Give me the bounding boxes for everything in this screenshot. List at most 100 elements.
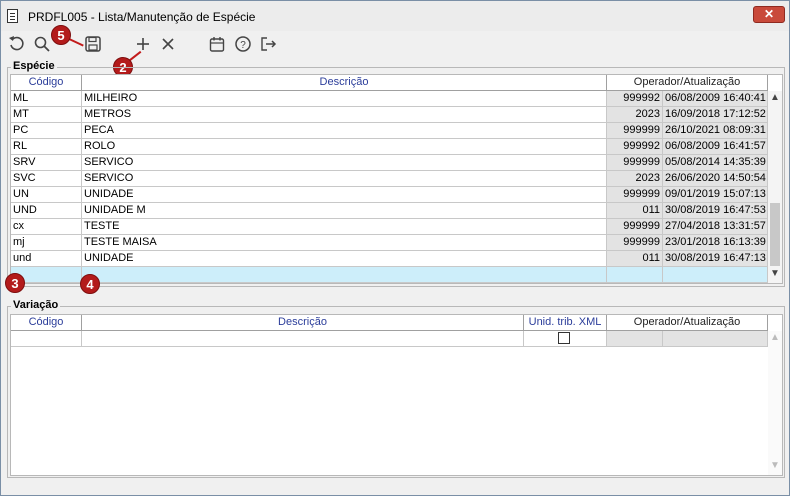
- descricao-cell[interactable]: MILHEIRO: [82, 91, 607, 106]
- especie-row[interactable]: UN UNIDADE 999999 09/01/2019 15:07:13: [11, 187, 768, 203]
- data-cell[interactable]: 05/08/2014 14:35:39: [663, 155, 768, 170]
- codigo-cell[interactable]: ML: [11, 91, 82, 106]
- especie-row[interactable]: ML MILHEIRO 999992 06/08/2009 16:40:41: [11, 91, 768, 107]
- var-descricao-cell[interactable]: [82, 331, 524, 346]
- toolbar: ?: [1, 33, 789, 57]
- operador-cell[interactable]: 999999: [607, 123, 663, 138]
- especie-row[interactable]: MT METROS 2023 16/09/2018 17:12:52: [11, 107, 768, 123]
- descricao-cell[interactable]: SERVICO: [82, 155, 607, 170]
- especie-row[interactable]: SVC SERVICO 2023 26/06/2020 14:50:54: [11, 171, 768, 187]
- delete-icon[interactable]: [158, 35, 178, 55]
- codigo-cell[interactable]: und: [11, 251, 82, 266]
- codigo-cell[interactable]: PC: [11, 123, 82, 138]
- col-header-descricao[interactable]: Descrição: [82, 75, 607, 91]
- especie-row[interactable]: und UNIDADE 011 30/08/2019 16:47:13: [11, 251, 768, 267]
- data-cell[interactable]: 09/01/2019 15:07:13: [663, 187, 768, 202]
- codigo-cell[interactable]: MT: [11, 107, 82, 122]
- col-header-operador[interactable]: Operador/Atualização: [607, 75, 768, 91]
- codigo-cell[interactable]: cx: [11, 219, 82, 234]
- codigo-cell[interactable]: SRV: [11, 155, 82, 170]
- variacao-grid: Código Descrição Unid. trib. XML Operado…: [10, 314, 783, 476]
- operador-cell[interactable]: 011: [607, 203, 663, 218]
- especie-row[interactable]: SRV SERVICO 999999 05/08/2014 14:35:39: [11, 155, 768, 171]
- var-col-header-descricao[interactable]: Descrição: [82, 315, 524, 331]
- var-data-cell: [663, 331, 768, 346]
- scroll-thumb[interactable]: [770, 203, 780, 266]
- data-cell[interactable]: 16/09/2018 17:12:52: [663, 107, 768, 122]
- scroll-up-icon[interactable]: ▲: [768, 91, 782, 105]
- especie-group-title: Espécie: [11, 60, 57, 72]
- var-col-header-codigo[interactable]: Código: [11, 315, 82, 331]
- codigo-cell[interactable]: SVC: [11, 171, 82, 186]
- codigo-cell[interactable]: mj: [11, 235, 82, 250]
- descricao-cell[interactable]: UNIDADE: [82, 187, 607, 202]
- especie-row[interactable]: RL ROLO 999992 06/08/2009 16:41:57: [11, 139, 768, 155]
- especie-row[interactable]: UND UNIDADE M 011 30/08/2019 16:47:53: [11, 203, 768, 219]
- svg-text:?: ?: [240, 40, 246, 51]
- data-cell[interactable]: 27/04/2018 13:31:57: [663, 219, 768, 234]
- operador-cell[interactable]: 999999: [607, 235, 663, 250]
- close-button[interactable]: ✕: [753, 6, 785, 23]
- title-bar: PRDFL005 - Lista/Manutenção de Espécie ✕: [1, 1, 789, 31]
- descricao-cell[interactable]: PECA: [82, 123, 607, 138]
- data-cell[interactable]: 30/08/2019 16:47:13: [663, 251, 768, 266]
- data-cell[interactable]: 23/01/2018 16:13:39: [663, 235, 768, 250]
- operador-cell[interactable]: 2023: [607, 107, 663, 122]
- var-scroll-up-icon[interactable]: ▲: [768, 331, 782, 345]
- descricao-cell[interactable]: UNIDADE M: [82, 203, 607, 218]
- annotation-marker-3: 3: [5, 273, 25, 293]
- variacao-scrollbar[interactable]: ▲ ▼: [768, 331, 782, 475]
- operador-cell[interactable]: 999999: [607, 187, 663, 202]
- operador-cell[interactable]: 999999: [607, 219, 663, 234]
- especie-row[interactable]: PC PECA 999999 26/10/2021 08:09:31: [11, 123, 768, 139]
- data-cell[interactable]: 06/08/2009 16:41:57: [663, 139, 768, 154]
- var-col-header-unid[interactable]: Unid. trib. XML: [524, 315, 607, 331]
- save-icon[interactable]: [83, 35, 103, 55]
- variacao-row[interactable]: [11, 331, 768, 347]
- annotation-marker-4: 4: [80, 274, 100, 294]
- help-icon[interactable]: ?: [233, 35, 253, 55]
- especie-row[interactable]: [11, 267, 768, 283]
- descricao-cell[interactable]: [82, 267, 607, 282]
- codigo-cell[interactable]: UN: [11, 187, 82, 202]
- col-header-codigo[interactable]: Código: [11, 75, 82, 91]
- descricao-cell[interactable]: TESTE MAISA: [82, 235, 607, 250]
- codigo-cell[interactable]: UND: [11, 203, 82, 218]
- descricao-cell[interactable]: ROLO: [82, 139, 607, 154]
- data-cell[interactable]: 30/08/2019 16:47:53: [663, 203, 768, 218]
- undo-icon[interactable]: [7, 35, 27, 55]
- operador-cell[interactable]: 2023: [607, 171, 663, 186]
- var-scroll-down-icon[interactable]: ▼: [768, 459, 782, 473]
- operador-cell[interactable]: 011: [607, 251, 663, 266]
- especie-row[interactable]: mj TESTE MAISA 999999 23/01/2018 16:13:39: [11, 235, 768, 251]
- especie-scrollbar[interactable]: ▲ ▼: [768, 91, 782, 283]
- data-cell[interactable]: 06/08/2009 16:40:41: [663, 91, 768, 106]
- especie-grid: Código Descrição Operador/Atualização ML…: [10, 74, 783, 284]
- search-icon[interactable]: [32, 35, 52, 55]
- descricao-cell[interactable]: METROS: [82, 107, 607, 122]
- operador-cell[interactable]: [607, 267, 663, 282]
- descricao-cell[interactable]: SERVICO: [82, 171, 607, 186]
- main-window: PRDFL005 - Lista/Manutenção de Espécie ✕…: [0, 0, 790, 496]
- data-cell[interactable]: 26/06/2020 14:50:54: [663, 171, 768, 186]
- operador-cell[interactable]: 999992: [607, 91, 663, 106]
- var-unid-cell: [524, 331, 607, 346]
- exit-icon[interactable]: [258, 35, 278, 55]
- scroll-down-icon[interactable]: ▼: [768, 267, 782, 281]
- data-cell[interactable]: 26/10/2021 08:09:31: [663, 123, 768, 138]
- document-icon: [7, 9, 18, 23]
- especie-row[interactable]: cx TESTE 999999 27/04/2018 13:31:57: [11, 219, 768, 235]
- unid-trib-xml-checkbox[interactable]: [558, 332, 570, 344]
- descricao-cell[interactable]: TESTE: [82, 219, 607, 234]
- add-icon[interactable]: [133, 35, 153, 55]
- operador-cell[interactable]: 999999: [607, 155, 663, 170]
- calendar-icon[interactable]: [207, 35, 227, 55]
- var-col-header-operador[interactable]: Operador/Atualização: [607, 315, 768, 331]
- operador-cell[interactable]: 999992: [607, 139, 663, 154]
- var-operador-cell: [607, 331, 663, 346]
- var-codigo-cell[interactable]: [11, 331, 82, 346]
- codigo-cell[interactable]: RL: [11, 139, 82, 154]
- data-cell[interactable]: [663, 267, 768, 282]
- annotation-marker-5: 5: [51, 25, 71, 45]
- descricao-cell[interactable]: UNIDADE: [82, 251, 607, 266]
